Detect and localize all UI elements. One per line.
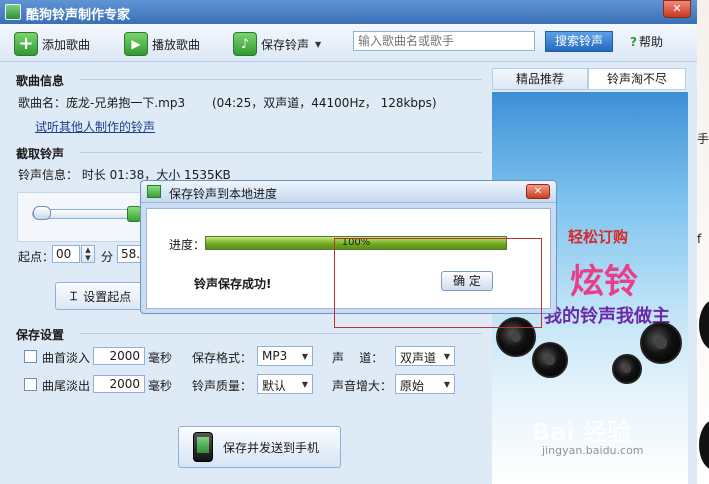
- divider: [80, 333, 482, 334]
- minute-unit: 分: [101, 250, 114, 264]
- plus-icon: +: [14, 32, 38, 56]
- speaker-icon: [640, 322, 682, 364]
- song-details: (04:25，双声道，44100Hz， 128kbps): [212, 96, 437, 110]
- tab-recommended[interactable]: 精品推荐: [492, 68, 588, 90]
- fade-in-label: 曲首淡入: [42, 351, 91, 365]
- clip-title: 截取铃声: [16, 147, 65, 161]
- question-icon: ?: [630, 34, 637, 49]
- dialog-title: 保存铃声到本地进度: [169, 187, 278, 201]
- fade-out-field[interactable]: 2000: [93, 375, 145, 393]
- chevron-down-icon: ▼: [443, 380, 450, 389]
- channel-select[interactable]: 双声道 ▼: [395, 346, 455, 366]
- channel-value: 双声道: [400, 351, 437, 365]
- song-name-row: 歌曲名：庞龙-兄弟抱一下.mp3: [18, 94, 185, 111]
- edge-text: 手: [697, 132, 709, 146]
- speaker-icon: [532, 342, 568, 378]
- start-label: 起点：: [18, 250, 55, 264]
- fade-in-checkbox[interactable]: [24, 350, 37, 363]
- cursor-icon: ⌶: [70, 288, 78, 303]
- gain-value: 原始: [400, 379, 425, 393]
- title-bar: 酷狗铃声制作专家 ✕: [0, 0, 697, 24]
- save-send-button[interactable]: 保存并发送到手机: [178, 426, 341, 468]
- highlight-box: [334, 238, 542, 328]
- clip-start-handle[interactable]: [33, 206, 51, 220]
- chevron-down-icon: ▼: [443, 352, 450, 361]
- app-icon: [147, 185, 161, 198]
- clip-info-label: 铃声信息：: [18, 168, 79, 182]
- close-button[interactable]: ✕: [663, 0, 691, 18]
- divider: [80, 152, 482, 153]
- fade-out-checkbox[interactable]: [24, 378, 37, 391]
- quality-label: 铃声质量：: [192, 379, 253, 393]
- edge-text: f: [697, 232, 702, 246]
- set-start-button[interactable]: ⌶ 设置起点: [55, 282, 147, 310]
- clip-end-handle[interactable]: [127, 206, 141, 222]
- search-input[interactable]: [353, 31, 535, 51]
- add-song-label: 添加歌曲: [42, 37, 91, 52]
- phone-icon: [193, 432, 213, 462]
- format-select[interactable]: MP3 ▼: [257, 346, 313, 366]
- baidu-watermark: Bai 经验: [532, 418, 632, 446]
- play-icon: ▶: [124, 32, 148, 56]
- add-song-button[interactable]: + 添加歌曲: [14, 31, 90, 57]
- dialog-close-button[interactable]: ✕: [526, 184, 550, 199]
- ms-unit: 毫秒: [148, 351, 173, 365]
- app-icon: [5, 4, 21, 20]
- ms-unit: 毫秒: [148, 379, 173, 393]
- start-minute-field[interactable]: 00: [52, 245, 80, 263]
- chevron-down-icon: ▼: [301, 380, 308, 389]
- background-window-edge: 手 f: [697, 0, 709, 484]
- format-value: MP3: [262, 349, 288, 363]
- help-label: 帮助: [638, 35, 663, 49]
- progress-label: 进度：: [169, 238, 206, 252]
- quality-select[interactable]: 默认 ▼: [257, 374, 313, 394]
- baidu-watermark-url: jingyan.baidu.com: [542, 444, 644, 457]
- song-name-value: 庞龙-兄弟抱一下.mp3: [66, 96, 186, 110]
- window-title: 酷狗铃声制作专家: [26, 8, 131, 23]
- speaker-icon: [612, 354, 642, 384]
- save-send-label: 保存并发送到手机: [223, 440, 320, 455]
- save-ringtone-label: 保存铃声: [261, 37, 310, 52]
- channel-label: 声 道：: [332, 351, 384, 365]
- music-note-icon: ♪: [233, 32, 257, 56]
- search-button[interactable]: 搜索铃声: [545, 31, 613, 52]
- save-ringtone-button[interactable]: ♪ 保存铃声 ▼: [233, 31, 321, 57]
- play-song-button[interactable]: ▶ 播放歌曲: [124, 31, 200, 57]
- set-start-label: 设置起点: [83, 289, 132, 304]
- start-minute-stepper[interactable]: ▲ ▼: [81, 245, 95, 263]
- chevron-down-icon[interactable]: ▼: [315, 40, 321, 49]
- gain-label: 声音增大：: [332, 379, 393, 393]
- save-settings-title: 保存设置: [16, 328, 65, 342]
- quality-value: 默认: [262, 379, 287, 393]
- gain-select[interactable]: 原始 ▼: [395, 374, 455, 394]
- chevron-down-icon: ▼: [301, 352, 308, 361]
- fade-in-field[interactable]: 2000: [93, 347, 145, 365]
- start-second-field[interactable]: 58.: [117, 245, 141, 263]
- fade-out-label: 曲尾淡出: [42, 379, 91, 393]
- song-name-label: 歌曲名：: [18, 96, 67, 110]
- ad-line1: 轻松订购: [568, 228, 629, 246]
- ad-headline: 炫铃: [570, 262, 638, 302]
- dialog-title-bar: 保存铃声到本地进度 ✕: [141, 181, 556, 203]
- tab-ringtones[interactable]: 铃声淘不尽: [588, 68, 686, 90]
- divider: [80, 79, 482, 80]
- song-info-title: 歌曲信息: [16, 74, 65, 88]
- try-other-link[interactable]: 试听其他人制作的铃声: [35, 118, 155, 135]
- play-song-label: 播放歌曲: [152, 37, 201, 52]
- success-message: 铃声保存成功!: [194, 277, 272, 291]
- format-label: 保存格式：: [192, 351, 253, 365]
- help-link[interactable]: ? 帮助: [630, 33, 663, 50]
